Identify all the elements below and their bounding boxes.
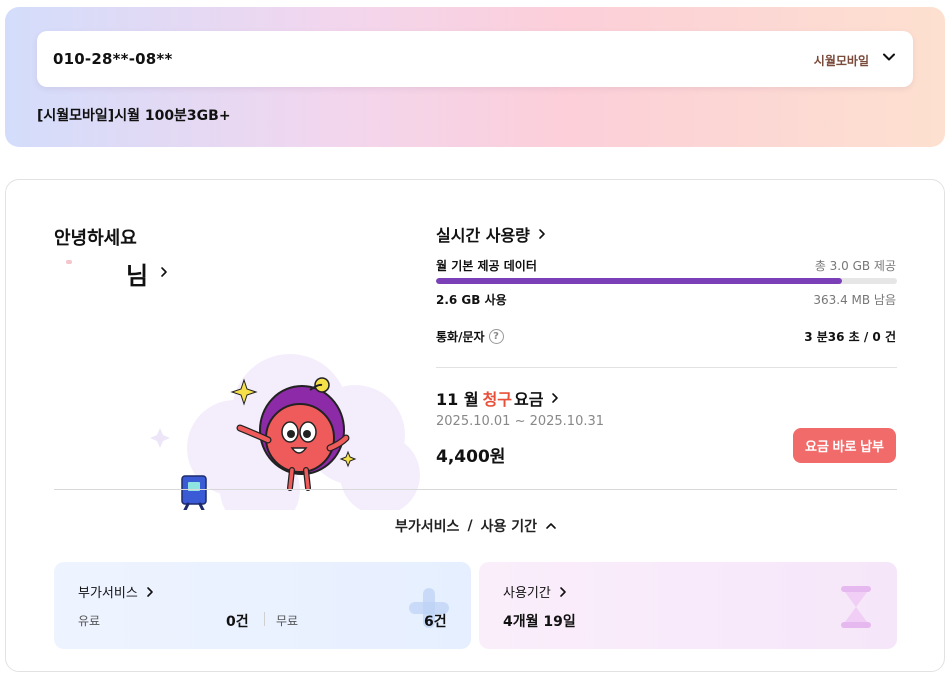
bill-period: 2025.10.01 ~ 2025.10.31 [436, 414, 605, 429]
paid-label: 유료 [78, 614, 101, 628]
divider [264, 612, 265, 626]
usage-link[interactable]: 실시간 사용량 [436, 222, 548, 246]
data-progress-bar [436, 278, 897, 284]
bill-title-suffix: 요금 [514, 390, 544, 409]
line-summary-card: 010-28**-08** 시월모바일 [시월모바일]시월 100분3GB+ [5, 7, 945, 147]
chevron-right-icon [560, 586, 566, 597]
chevron-right-icon [539, 229, 545, 239]
chevron-right-icon [161, 267, 167, 277]
bill-month: 11 월 [436, 390, 479, 409]
data-progress-fill [436, 278, 842, 284]
free-label: 무료 [276, 614, 299, 628]
help-icon[interactable]: ? [488, 329, 504, 344]
usage-period-value: 4개월 19일 [503, 614, 576, 630]
carrier-name: 시월모바일 [813, 54, 869, 68]
divider [436, 367, 897, 368]
toggle-period-label: 사용 기간 [480, 519, 537, 535]
redaction-mark [66, 260, 72, 264]
free-count: 6건 [424, 614, 447, 630]
paid-count: 0건 [226, 614, 249, 630]
addon-title: 부가서비스 [78, 586, 138, 601]
greeting-text: 안녕하세요 [54, 228, 137, 249]
data-used: 2.6 GB 사용 [436, 293, 507, 307]
data-total: 총 3.0 GB 제공 [814, 259, 896, 273]
divider [54, 489, 897, 490]
bill-accent-word: 청구 [482, 390, 513, 409]
chevron-right-icon [147, 586, 153, 597]
chevron-right-icon [552, 393, 559, 403]
call-sms-label-row: 통화/문자 ? [436, 328, 504, 345]
usage-period-panel[interactable]: 사용기간 4개월 19일 [479, 562, 897, 649]
call-sms-value: 3 분36 초 / 0 건 [804, 330, 896, 344]
bill-amount: 4,400원 [436, 447, 506, 467]
call-sms-label: 통화/문자 [436, 330, 485, 344]
line-selector[interactable]: 010-28**-08** 시월모바일 [37, 31, 913, 87]
chevron-up-icon [546, 523, 556, 529]
user-name-redacted [54, 256, 124, 282]
addon-services-panel[interactable]: 부가서비스 유료 0건 무료 6건 [54, 562, 471, 649]
bill-link[interactable]: 11 월 청구 요금 [436, 386, 561, 410]
pay-now-button[interactable]: 요금 바로 납부 [793, 428, 896, 463]
user-name-link[interactable]: 님 [54, 254, 194, 290]
user-name-suffix: 님 [126, 262, 149, 290]
phone-number: 010-28**-08** [53, 50, 173, 68]
account-overview-card: 안녕하세요 님 실시간 사용량 월 기본 제공 데이터 총 3.0 GB 제공 … [5, 179, 945, 672]
plan-name: [시월모바일]시월 100분3GB+ [37, 108, 231, 124]
toggle-separator: / [467, 518, 473, 534]
usage-title: 실시간 사용량 [436, 226, 530, 245]
period-title: 사용기간 [503, 586, 551, 601]
toggle-addon-label: 부가서비스 [395, 519, 460, 535]
data-remaining: 363.4 MB 남음 [813, 293, 896, 307]
chevron-down-icon[interactable] [881, 49, 897, 65]
period-title-link[interactable]: 사용기간 [503, 582, 569, 601]
addon-title-link[interactable]: 부가서비스 [78, 582, 156, 601]
hourglass-icon [841, 586, 871, 628]
mascot-illustration [150, 354, 420, 510]
data-label: 월 기본 제공 데이터 [436, 259, 537, 273]
details-toggle[interactable]: 부가서비스 / 사용 기간 [6, 516, 946, 536]
